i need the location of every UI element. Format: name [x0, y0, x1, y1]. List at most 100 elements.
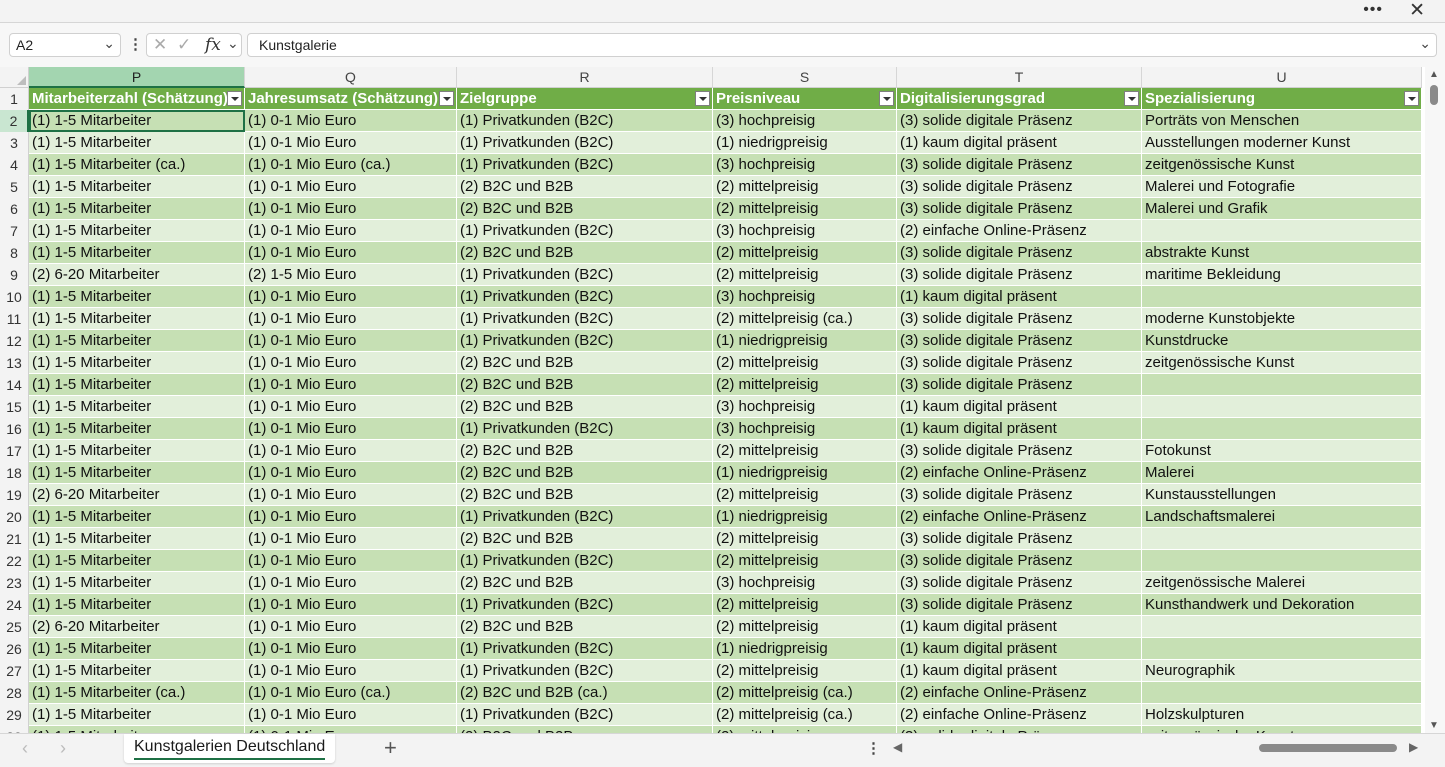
chevron-right-icon[interactable]: ›: [60, 738, 66, 759]
table-cell[interactable]: (3) hochpreisig: [713, 396, 897, 418]
table-header-cell[interactable]: Jahresumsatz (Schätzung): [245, 88, 457, 110]
table-cell[interactable]: (2) mittelpreisig (ca.): [713, 682, 897, 704]
check-icon[interactable]: ✓: [177, 35, 191, 55]
table-cell[interactable]: (2) mittelpreisig: [713, 726, 897, 733]
table-cell[interactable]: (1) 0-1 Mio Euro: [245, 374, 457, 396]
table-cell[interactable]: [1142, 638, 1422, 660]
table-cell[interactable]: (1) 0-1 Mio Euro: [245, 506, 457, 528]
row-header[interactable]: 8: [0, 242, 29, 264]
table-cell[interactable]: (3) solide digitale Präsenz: [897, 572, 1142, 594]
table-cell[interactable]: (2) 6-20 Mitarbeiter: [29, 264, 245, 286]
table-cell[interactable]: (3) solide digitale Präsenz: [897, 528, 1142, 550]
table-cell[interactable]: (2) B2C und B2B: [457, 572, 713, 594]
row-header[interactable]: 15: [0, 396, 29, 418]
table-cell[interactable]: [1142, 682, 1422, 704]
table-cell[interactable]: (3) hochpreisig: [713, 154, 897, 176]
table-cell[interactable]: (1) Privatkunden (B2C): [457, 264, 713, 286]
row-header[interactable]: 16: [0, 418, 29, 440]
table-cell[interactable]: (1) 0-1 Mio Euro: [245, 352, 457, 374]
table-cell[interactable]: (3) solide digitale Präsenz: [897, 594, 1142, 616]
table-cell[interactable]: (3) solide digitale Präsenz: [897, 110, 1142, 132]
table-header-cell[interactable]: Spezialisierung: [1142, 88, 1422, 110]
table-cell[interactable]: (2) einfache Online-Präsenz: [897, 220, 1142, 242]
table-cell[interactable]: Fotokunst: [1142, 440, 1422, 462]
table-cell[interactable]: (1) 1-5 Mitarbeiter: [29, 396, 245, 418]
row-header[interactable]: 18: [0, 462, 29, 484]
table-cell[interactable]: (3) solide digitale Präsenz: [897, 198, 1142, 220]
table-cell[interactable]: Ausstellungen moderner Kunst: [1142, 132, 1422, 154]
chevron-down-icon[interactable]: ⌄: [103, 35, 115, 52]
spreadsheet-grid[interactable]: P Q R S T U 1 Mitarbeiterzahl (Schätzung) Jahres…: [0, 67, 1425, 733]
table-cell[interactable]: (1) 1-5 Mitarbeiter: [29, 726, 245, 733]
table-cell[interactable]: [1142, 528, 1422, 550]
select-all-corner[interactable]: [0, 67, 29, 88]
table-cell[interactable]: (1) kaum digital präsent: [897, 638, 1142, 660]
table-cell[interactable]: maritime Bekleidung: [1142, 264, 1422, 286]
row-header[interactable]: 4: [0, 154, 29, 176]
table-cell[interactable]: (1) 1-5 Mitarbeiter: [29, 594, 245, 616]
table-cell[interactable]: (3) solide digitale Präsenz: [897, 176, 1142, 198]
table-cell[interactable]: (2) einfache Online-Präsenz: [897, 682, 1142, 704]
filter-dropdown-icon[interactable]: [1124, 91, 1139, 106]
table-cell[interactable]: (2) B2C und B2B: [457, 484, 713, 506]
table-cell[interactable]: zeitgenössische Malerei: [1142, 572, 1422, 594]
table-cell[interactable]: (1) 1-5 Mitarbeiter (ca.): [29, 682, 245, 704]
chevron-down-icon[interactable]: ⌄: [227, 35, 239, 52]
table-header-cell[interactable]: Digitalisierungsgrad: [897, 88, 1142, 110]
table-cell[interactable]: (2) mittelpreisig (ca.): [713, 704, 897, 726]
row-header[interactable]: 11: [0, 308, 29, 330]
table-cell[interactable]: (2) mittelpreisig (ca.): [713, 308, 897, 330]
table-cell[interactable]: Malerei und Fotografie: [1142, 176, 1422, 198]
table-cell[interactable]: moderne Kunstobjekte: [1142, 308, 1422, 330]
column-header[interactable]: Q: [245, 67, 457, 88]
table-cell[interactable]: (2) mittelpreisig: [713, 176, 897, 198]
table-cell[interactable]: (1) Privatkunden (B2C): [457, 110, 713, 132]
table-cell[interactable]: (1) kaum digital präsent: [897, 286, 1142, 308]
row-header[interactable]: 21: [0, 528, 29, 550]
table-cell[interactable]: (2) 6-20 Mitarbeiter: [29, 616, 245, 638]
filter-dropdown-icon[interactable]: [227, 91, 242, 106]
table-cell[interactable]: (1) 0-1 Mio Euro: [245, 286, 457, 308]
table-header-cell[interactable]: Zielgruppe: [457, 88, 713, 110]
table-cell[interactable]: (1) 1-5 Mitarbeiter: [29, 176, 245, 198]
table-cell[interactable]: (1) Privatkunden (B2C): [457, 330, 713, 352]
table-cell[interactable]: (2) mittelpreisig: [713, 374, 897, 396]
table-cell[interactable]: (1) 1-5 Mitarbeiter (ca.): [29, 154, 245, 176]
row-header[interactable]: 3: [0, 132, 29, 154]
scroll-up-icon[interactable]: ▲: [1429, 69, 1439, 80]
filter-dropdown-icon[interactable]: [439, 91, 454, 106]
table-cell[interactable]: (1) 0-1 Mio Euro: [245, 220, 457, 242]
row-header[interactable]: 14: [0, 374, 29, 396]
table-cell[interactable]: (1) 1-5 Mitarbeiter: [29, 242, 245, 264]
table-cell[interactable]: Landschaftsmalerei: [1142, 506, 1422, 528]
table-cell[interactable]: (2) B2C und B2B: [457, 616, 713, 638]
table-cell[interactable]: (1) 0-1 Mio Euro: [245, 462, 457, 484]
table-cell[interactable]: (3) hochpreisig: [713, 572, 897, 594]
table-cell[interactable]: (1) niedrigpreisig: [713, 506, 897, 528]
table-cell[interactable]: (1) Privatkunden (B2C): [457, 638, 713, 660]
row-header[interactable]: 25: [0, 616, 29, 638]
table-cell[interactable]: (1) 0-1 Mio Euro: [245, 550, 457, 572]
table-cell[interactable]: (1) kaum digital präsent: [897, 660, 1142, 682]
plus-icon[interactable]: +: [384, 735, 397, 761]
table-cell[interactable]: (2) mittelpreisig: [713, 594, 897, 616]
filter-dropdown-icon[interactable]: [695, 91, 710, 106]
table-cell[interactable]: (1) 1-5 Mitarbeiter: [29, 550, 245, 572]
horizontal-scroll-thumb[interactable]: [1259, 744, 1397, 752]
filter-dropdown-icon[interactable]: [879, 91, 894, 106]
table-cell[interactable]: Kunsthandwerk und Dekoration: [1142, 594, 1422, 616]
row-header[interactable]: 23: [0, 572, 29, 594]
table-cell[interactable]: (1) 0-1 Mio Euro: [245, 198, 457, 220]
table-cell[interactable]: (2) mittelpreisig: [713, 352, 897, 374]
table-cell[interactable]: [1142, 286, 1422, 308]
column-header[interactable]: U: [1142, 67, 1422, 88]
table-cell[interactable]: (2) B2C und B2B: [457, 462, 713, 484]
table-cell[interactable]: Kunstausstellungen: [1142, 484, 1422, 506]
table-cell[interactable]: (2) B2C und B2B: [457, 440, 713, 462]
column-header[interactable]: T: [897, 67, 1142, 88]
column-header[interactable]: S: [713, 67, 897, 88]
table-cell[interactable]: (1) 1-5 Mitarbeiter: [29, 660, 245, 682]
more-icon[interactable]: •••: [1363, 1, 1383, 19]
row-header[interactable]: 27: [0, 660, 29, 682]
table-cell[interactable]: (1) 1-5 Mitarbeiter: [29, 418, 245, 440]
